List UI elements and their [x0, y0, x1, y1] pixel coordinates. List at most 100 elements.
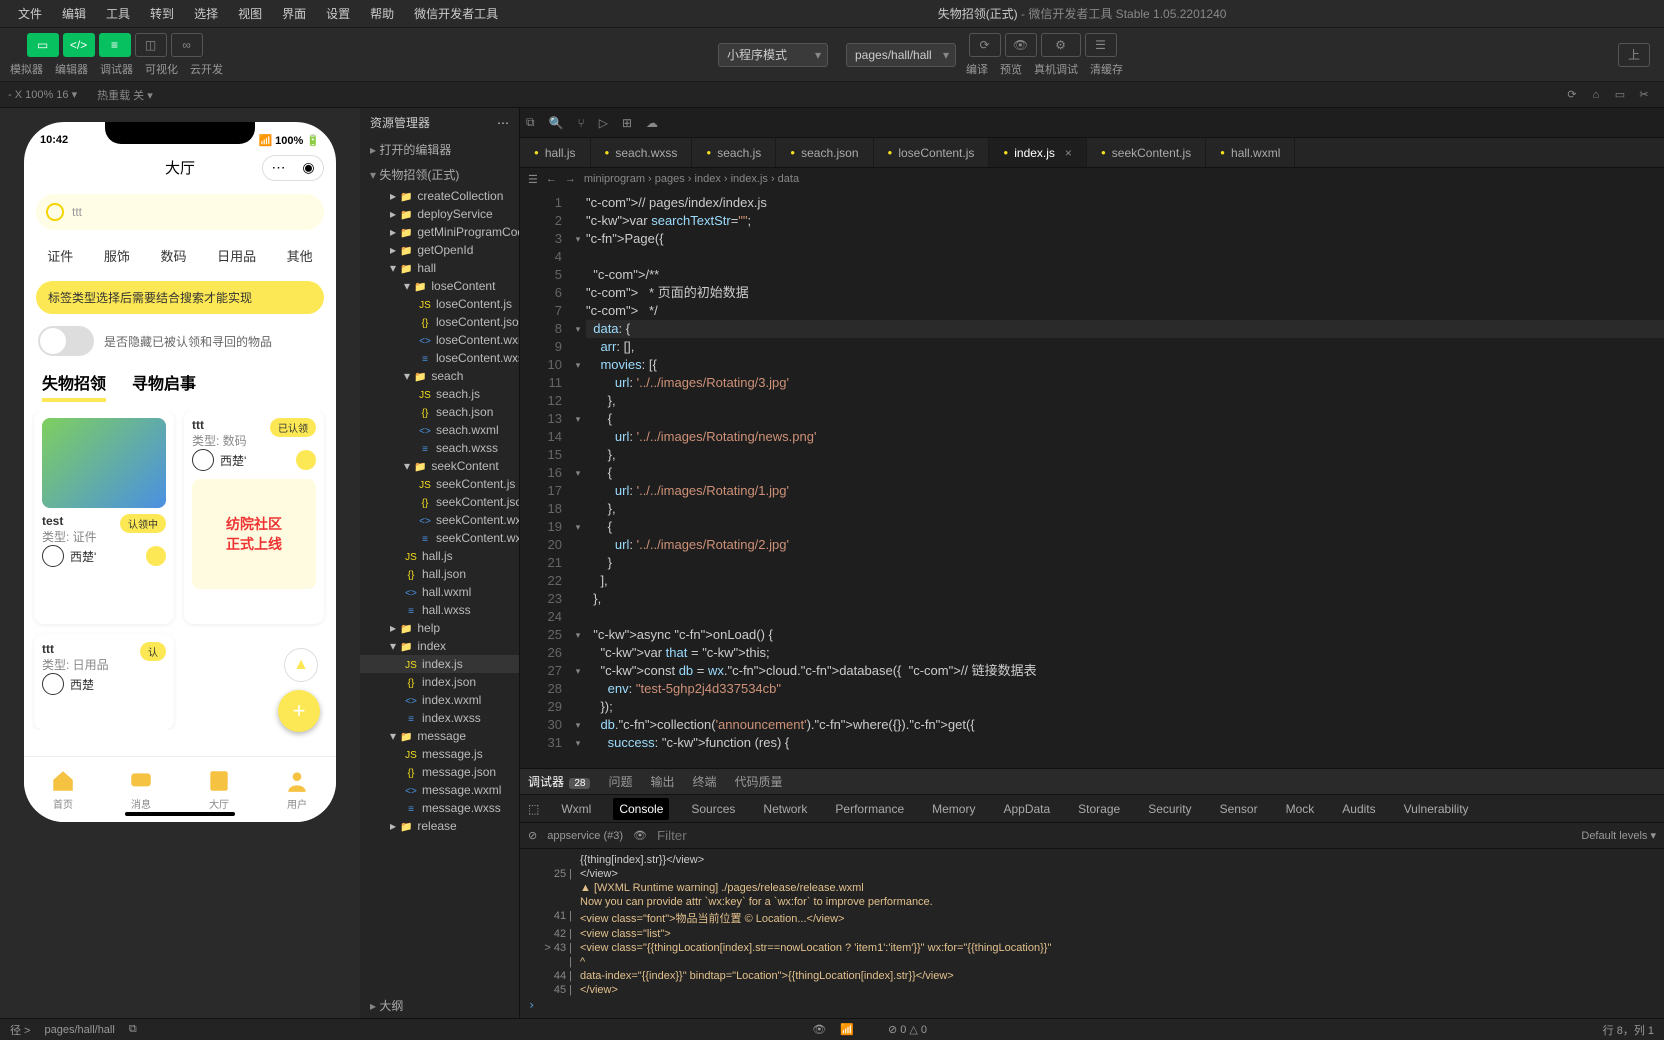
code-editor[interactable]: 1234567891011121314151617181920212223242… [520, 190, 1664, 768]
card-item[interactable]: ttt认 类型: 日用品 西楚 [34, 634, 174, 730]
tree-node[interactable]: {}index.json [360, 673, 519, 691]
ext-icon[interactable]: ⊞ [622, 116, 632, 130]
tree-node[interactable]: <>hall.wxml [360, 583, 519, 601]
inspector-tab[interactable]: Sensor [1214, 798, 1264, 820]
inspector-tab[interactable]: Security [1142, 798, 1197, 820]
clear-cache-btn[interactable]: ☰ [1085, 33, 1117, 57]
tree-node[interactable]: JSloseContent.js [360, 295, 519, 313]
scroll-top-btn[interactable]: ▲ [284, 648, 318, 682]
clear-console-icon[interactable]: ⊘ [528, 829, 537, 842]
menu-icon[interactable]: ☰ [528, 173, 538, 186]
debugger-btn[interactable]: ≡ [99, 33, 131, 57]
copy-icon[interactable]: ⧉ [129, 1023, 137, 1036]
branch-icon[interactable]: ⑂ [578, 116, 585, 130]
fwd-nav-icon[interactable]: → [565, 173, 576, 185]
editor-tab[interactable]: ●seach.json [776, 138, 873, 167]
inspector-tab[interactable]: AppData [997, 798, 1056, 820]
tree-node[interactable]: ▸ 📁help [360, 619, 519, 637]
tree-node[interactable]: ▸ 📁getMiniProgramCode [360, 223, 519, 241]
files-icon[interactable]: ⧉ [526, 115, 535, 130]
card-grid[interactable]: test认领中 类型: 证件 西楚' ttt已认领 类型: 数码 西楚' 纺院社… [24, 410, 336, 730]
tag-digital[interactable]: 数码 [156, 242, 190, 269]
menu-help[interactable]: 帮助 [360, 5, 404, 22]
tab-lost[interactable]: 失物招领 [42, 370, 106, 402]
editor-btn[interactable]: </> [63, 33, 95, 57]
menu-file[interactable]: 文件 [8, 5, 52, 22]
tag-other[interactable]: 其他 [283, 242, 317, 269]
cloud-icon[interactable]: ☁ [646, 116, 658, 130]
tree-node[interactable]: JSmessage.js [360, 745, 519, 763]
tree-node[interactable]: <>seach.wxml [360, 421, 519, 439]
inspector-tab[interactable]: Console [613, 798, 669, 820]
menu-edit[interactable]: 编辑 [52, 5, 96, 22]
tree-node[interactable]: {}hall.json [360, 565, 519, 583]
inspector-tab[interactable]: Network [757, 798, 813, 820]
menu-tools[interactable]: 工具 [96, 5, 140, 22]
tabbar-user[interactable]: 用户 [284, 768, 310, 811]
console-output[interactable]: {{thing[index].str}}</view>25 | </view>▲… [520, 849, 1664, 998]
cloud-btn[interactable]: ∞ [171, 33, 203, 57]
tabbar-hall[interactable]: 大厅 [206, 768, 232, 811]
tree-node[interactable]: <>message.wxml [360, 781, 519, 799]
tree-node[interactable]: ▾ 📁seach [360, 367, 519, 385]
tabbar-home[interactable]: 首页 [50, 768, 76, 811]
back-icon[interactable]: ▭ [1608, 88, 1632, 101]
editor-tab[interactable]: ●seach.js [692, 138, 776, 167]
tree-node[interactable]: ≡seekContent.wxss [360, 529, 519, 547]
scope-dropdown[interactable]: appservice (#3) [547, 830, 623, 842]
editor-tab[interactable]: ●seekContent.js [1087, 138, 1206, 167]
card-item[interactable]: ttt已认领 类型: 数码 西楚' 纺院社区正式上线 [184, 410, 324, 624]
home-icon[interactable]: ⌂ [1584, 89, 1608, 101]
tree-node[interactable]: <>loseContent.wxml [360, 331, 519, 349]
devtools-tab[interactable]: 问题 [608, 773, 632, 790]
inspect-icon[interactable]: ⬚ [528, 802, 539, 816]
menu-interface[interactable]: 界面 [272, 5, 316, 22]
devtools-tab[interactable]: 终端 [693, 773, 717, 790]
inspector-tab[interactable]: Memory [926, 798, 981, 820]
tabbar-msg[interactable]: 消息 [128, 768, 154, 811]
filter-input[interactable] [657, 828, 1571, 843]
menu-goto[interactable]: 转到 [140, 5, 184, 22]
card-item[interactable]: test认领中 类型: 证件 西楚' [34, 410, 174, 624]
devtools-tab[interactable]: 代码质量 [735, 773, 783, 790]
inspector-tab[interactable]: Storage [1072, 798, 1126, 820]
inspector-tab[interactable]: Vulnerability [1398, 798, 1475, 820]
cursor-position[interactable]: 行 8，列 1 [1603, 1022, 1654, 1038]
tree-node[interactable]: ▾ 📁hall [360, 259, 519, 277]
compile-btn[interactable]: ⟳ [969, 33, 1001, 57]
outline-section[interactable]: 大纲 [360, 993, 519, 1018]
explorer-more-icon[interactable]: ⋯ [497, 116, 509, 130]
console-prompt[interactable]: › [520, 998, 1664, 1018]
tree-node[interactable]: JShall.js [360, 547, 519, 565]
screenshot-icon[interactable]: ✂ [1632, 88, 1656, 101]
editor-tab[interactable]: ●hall.wxml [1206, 138, 1295, 167]
tree-node[interactable]: <>index.wxml [360, 691, 519, 709]
breadcrumb-path[interactable]: miniprogram › pages › index › index.js ›… [584, 173, 799, 185]
mode-dropdown[interactable]: 小程序模式 [718, 43, 828, 67]
editor-tab[interactable]: ●loseContent.js [874, 138, 990, 167]
inspector-tab[interactable]: Performance [829, 798, 910, 820]
tag-cloth[interactable]: 服饰 [100, 242, 134, 269]
eye-icon[interactable]: 👁 [633, 829, 647, 842]
tree-node[interactable]: ▸ 📁createCollection [360, 187, 519, 205]
wifi-status-icon[interactable]: 📶 [840, 1023, 854, 1036]
status-problems[interactable]: ⊘ 0 △ 0 [888, 1023, 927, 1036]
tree-node[interactable]: ≡seach.wxss [360, 439, 519, 457]
tree-node[interactable]: JSseekContent.js [360, 475, 519, 493]
tree-node[interactable]: ≡index.wxss [360, 709, 519, 727]
open-editors-section[interactable]: 打开的编辑器 [360, 137, 519, 162]
devtools-tab[interactable]: 输出 [650, 773, 674, 790]
search-icon[interactable]: 🔍 [549, 116, 564, 130]
hide-toggle[interactable] [38, 326, 94, 356]
tree-node[interactable]: {}seach.json [360, 403, 519, 421]
page-dropdown[interactable]: pages/hall/hall [846, 43, 956, 67]
inspector-tab[interactable]: Mock [1280, 798, 1321, 820]
tree-node[interactable]: {}message.json [360, 763, 519, 781]
search-bar[interactable]: ttt [36, 194, 324, 230]
menu-view[interactable]: 视图 [228, 5, 272, 22]
tree-node[interactable]: ▾ 📁message [360, 727, 519, 745]
add-fab[interactable]: + [278, 690, 320, 732]
levels-dropdown[interactable]: Default levels ▾ [1581, 829, 1656, 842]
file-tree[interactable]: ▸ 📁createCollection▸ 📁deployService▸ 📁ge… [360, 187, 519, 993]
back-nav-icon[interactable]: ← [546, 173, 557, 185]
